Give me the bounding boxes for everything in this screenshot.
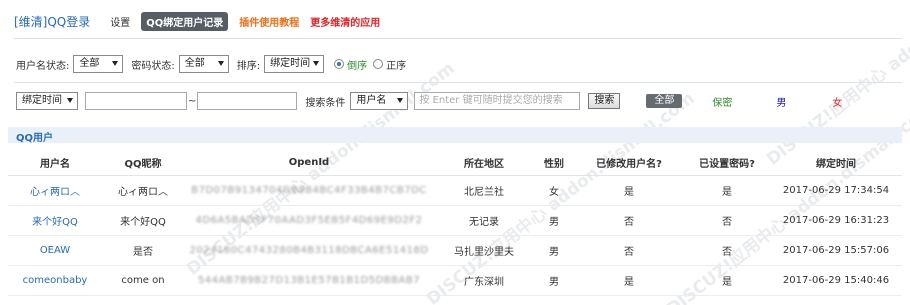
divider <box>14 82 902 83</box>
username-status-label: 用户名状态: <box>16 60 70 72</box>
set-password-cell: 是 <box>684 265 770 296</box>
table-header-row: 用户名 QQ昵称 OpenId 所在地区 性别 已修改用户名? 已设置密码? 绑… <box>8 151 902 176</box>
filter-row-status: 用户名状态: 全部 密码状态: 全部 排序: 绑定时间 倒序 正序 <box>16 54 406 74</box>
changed-username-cell: 是 <box>574 265 684 296</box>
nickname-cell: 是否 <box>102 235 184 266</box>
col-header-set-password: 已设置密码? <box>684 151 770 176</box>
changed-username-cell: 否 <box>574 205 684 236</box>
col-header-gender: 性别 <box>534 151 574 176</box>
bind-time-cell: 2017-06-29 15:57:06 <box>770 235 902 266</box>
region-cell: 北尼兰社 <box>434 175 534 206</box>
section-title: QQ用户 <box>16 133 54 144</box>
order-asc-label[interactable]: 正序 <box>386 57 406 72</box>
gender-cell: 男 <box>534 265 574 296</box>
openid-value: 544AB7B9B27D13B1E57B1B1D5DBBAB7 <box>197 274 421 286</box>
username-status-select[interactable]: 全部 <box>73 55 124 73</box>
changed-username-cell: 是 <box>574 175 684 206</box>
password-status-value: 全部 <box>184 58 205 69</box>
chevron-down-icon <box>217 61 224 66</box>
quick-male-link[interactable]: 男 <box>776 94 786 109</box>
set-password-cell: 否 <box>684 205 770 236</box>
table-row: 心ィ两ロ︿ 心ィ两ロ︿ B7D07B9134704DB8B4BC4F33B4B7… <box>8 175 902 206</box>
username-link[interactable]: comeonbaby <box>8 265 102 296</box>
chevron-down-icon <box>313 61 320 66</box>
openid-cell: 4D6A5BAD5F70AAD3F5EB5F4D69E9D2F2 <box>184 205 434 236</box>
nickname-cell: 来个好QQ <box>102 205 184 236</box>
time-field-select[interactable]: 绑定时间 <box>16 92 78 110</box>
openid-cell: B7D07B9134704DB8B4BC4F33B4B7CB7DC <box>184 175 434 206</box>
range-separator: ~ <box>188 95 197 107</box>
users-table: 用户名 QQ昵称 OpenId 所在地区 性别 已修改用户名? 已设置密码? 绑… <box>8 151 902 296</box>
nav-more-apps[interactable]: 更多维清的应用 <box>310 14 380 29</box>
search-field-value: 用户名 <box>356 95 387 106</box>
username-status-value: 全部 <box>79 58 100 69</box>
quick-secret-link[interactable]: 保密 <box>712 94 732 109</box>
set-password-cell: 是 <box>684 175 770 206</box>
chevron-down-icon <box>67 98 73 103</box>
table-row: comeonbaby come on 544AB7B9B27D13B1E57B1… <box>8 265 902 296</box>
openid-value: 2024180C4743280B4B3118DBCA6E51418D <box>189 244 429 256</box>
filter-row-search: 绑定时间 ~ 搜索条件 用户名 按 Enter 键可随时提交您的搜索 搜索 全部… <box>16 91 842 111</box>
nav-tutorial[interactable]: 插件使用教程 <box>239 14 299 29</box>
gender-cell: 女 <box>534 175 574 206</box>
username-link[interactable]: 来个好QQ <box>8 205 102 236</box>
date-to-input[interactable] <box>197 92 298 110</box>
chevron-down-icon <box>397 98 404 103</box>
quick-female-link[interactable]: 女 <box>832 94 842 109</box>
col-header-username: 用户名 <box>8 151 102 176</box>
search-input[interactable]: 按 Enter 键可随时提交您的搜索 <box>414 92 581 110</box>
username-link[interactable]: OEAW <box>8 235 102 266</box>
quick-all-button[interactable]: 全部 <box>646 94 683 108</box>
order-asc-radio[interactable] <box>373 59 384 69</box>
openid-value: 4D6A5BAD5F70AAD3F5EB5F4D69E9D2F2 <box>195 214 423 226</box>
sort-value: 绑定时间 <box>270 58 311 69</box>
openid-value: B7D07B9134704DB8B4BC4F33B4B7CB7DC <box>191 184 427 196</box>
order-desc-radio[interactable] <box>334 59 345 69</box>
search-condition-label: 搜索条件 <box>305 97 346 109</box>
col-header-nickname: QQ昵称 <box>102 151 184 176</box>
top-nav: [维清]QQ登录 设置 QQ绑定用户记录 插件使用教程 更多维清的应用 <box>14 11 391 31</box>
col-header-region: 所在地区 <box>434 151 534 176</box>
gender-cell: 男 <box>534 235 574 266</box>
region-cell: 马扎里沙里夫 <box>434 235 534 266</box>
bind-time-cell: 2017-06-29 15:40:46 <box>770 265 902 296</box>
password-status-select[interactable]: 全部 <box>178 55 229 73</box>
bind-time-cell: 2017-06-29 16:31:23 <box>770 205 902 236</box>
bind-time-cell: 2017-06-29 17:34:54 <box>770 175 902 206</box>
openid-cell: 2024180C4743280B4B3118DBCA6E51418D <box>184 235 434 266</box>
username-link[interactable]: 心ィ两ロ︿ <box>8 175 102 206</box>
password-status-label: 密码状态: <box>131 60 175 72</box>
chevron-down-icon <box>112 61 119 66</box>
sort-select[interactable]: 绑定时间 <box>264 55 325 73</box>
order-desc-label[interactable]: 倒序 <box>347 57 367 72</box>
table-row: 来个好QQ 来个好QQ 4D6A5BAD5F70AAD3F5EB5F4D69E9… <box>8 205 902 236</box>
region-cell: 无记录 <box>434 205 534 236</box>
nav-bind-records[interactable]: QQ绑定用户记录 <box>141 11 229 31</box>
col-header-bind-time: 绑定时间 <box>770 151 902 176</box>
col-header-openid: OpenId <box>184 151 434 176</box>
watermark: DISCUZ!应用中心 addon.dismall.com <box>763 0 910 170</box>
sort-label: 排序: <box>236 60 261 72</box>
gender-cell: 男 <box>534 205 574 236</box>
date-from-input[interactable] <box>85 92 187 110</box>
nickname-cell: come on <box>102 265 184 296</box>
table-row: OEAW 是否 2024180C4743280B4B3118DBCA6E5141… <box>8 235 902 266</box>
search-field-select[interactable]: 用户名 <box>350 92 409 110</box>
changed-username-cell: 否 <box>574 235 684 266</box>
set-password-cell: 否 <box>684 235 770 266</box>
col-header-changed-username: 已修改用户名? <box>574 151 684 176</box>
openid-cell: 544AB7B9B27D13B1E57B1B1D5DBBAB7 <box>184 265 434 296</box>
plugin-title[interactable]: [维清]QQ登录 <box>14 13 90 30</box>
divider <box>14 38 902 39</box>
nav-settings[interactable]: 设置 <box>110 14 130 29</box>
search-button[interactable]: 搜索 <box>588 93 621 109</box>
time-field-value: 绑定时间 <box>22 95 62 106</box>
nickname-cell: 心ィ两ロ︿ <box>102 175 184 206</box>
region-cell: 广东深圳 <box>434 265 534 296</box>
section-header: QQ用户 <box>8 127 902 144</box>
